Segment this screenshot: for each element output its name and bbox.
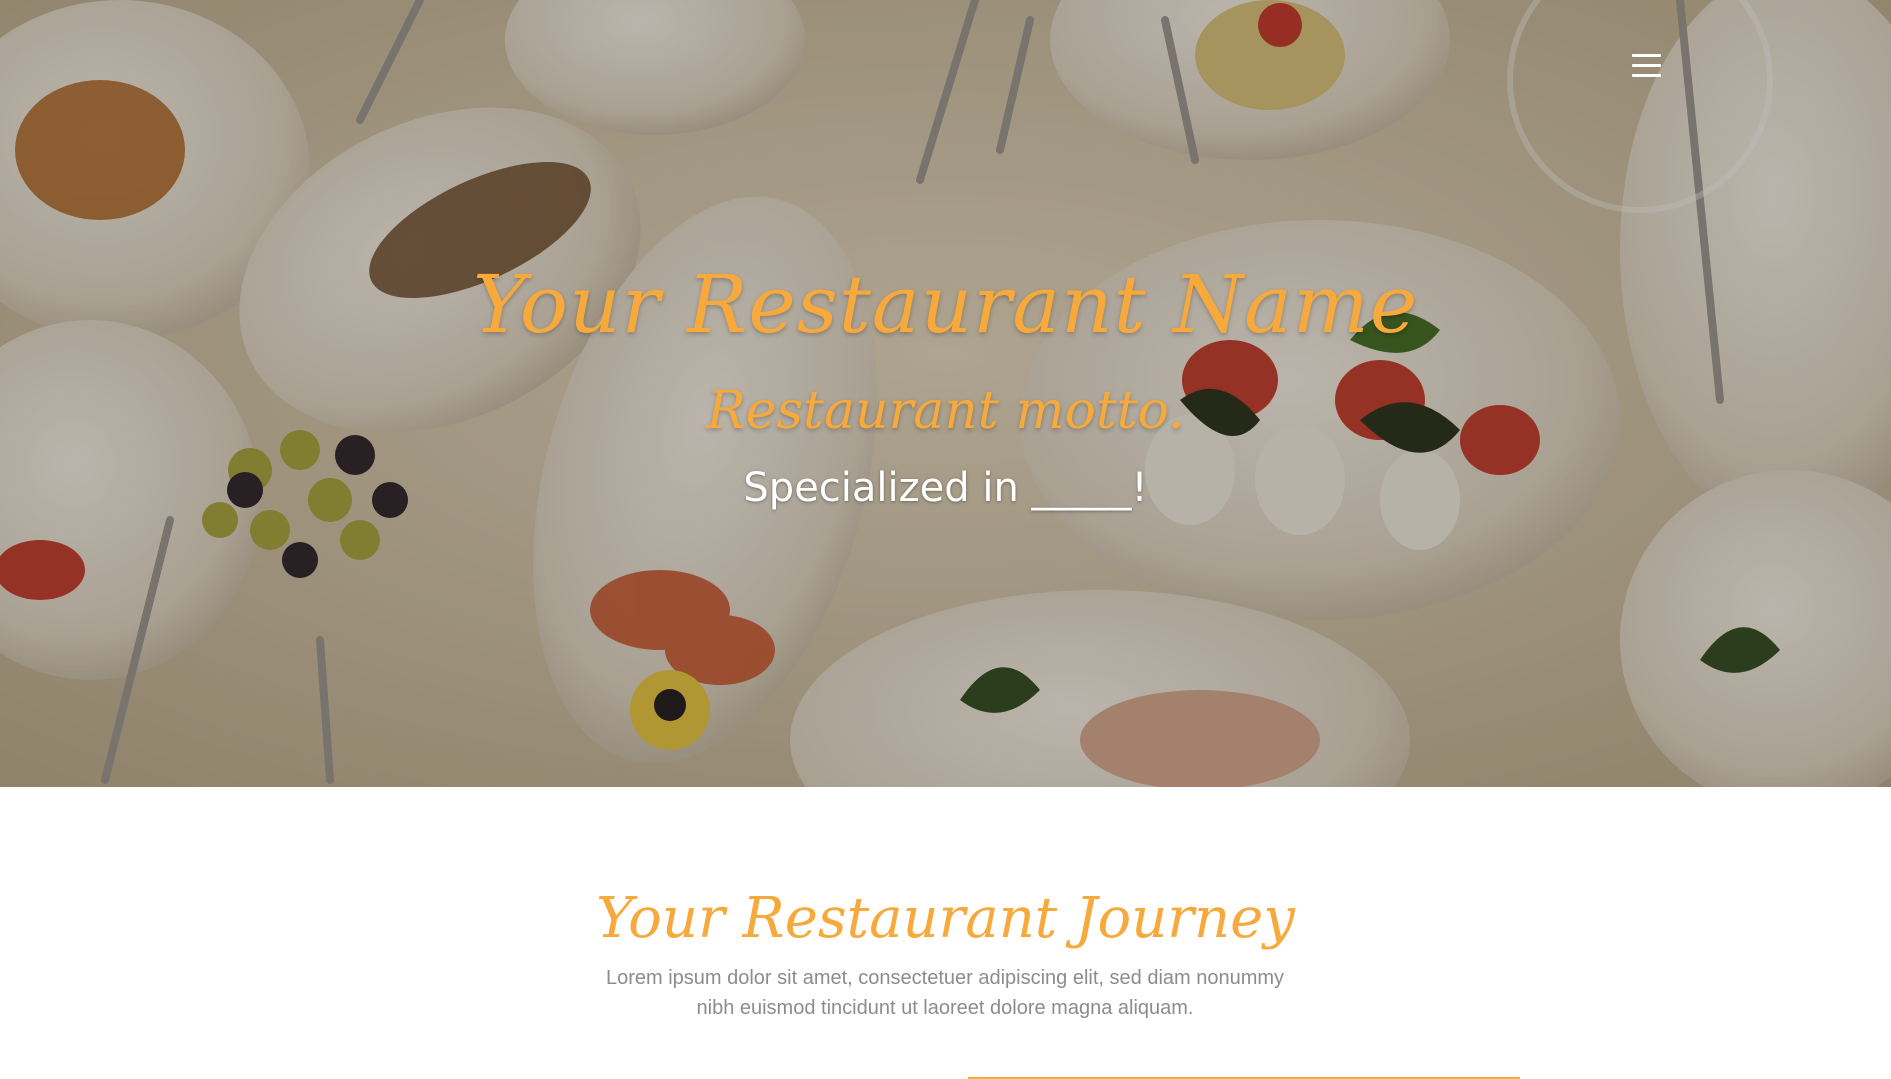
restaurant-name-title: Your Restaurant Name	[472, 258, 1419, 351]
hero-section: Your Restaurant Name Restaurant motto. S…	[0, 0, 1891, 787]
restaurant-motto: Restaurant motto.	[706, 381, 1185, 441]
hamburger-menu-icon	[1631, 53, 1661, 57]
specialized-in-text: Specialized in _____!	[743, 465, 1148, 511]
journey-title: Your Restaurant Journey	[596, 886, 1295, 951]
journey-description: Lorem ipsum dolor sit amet, consectetuer…	[605, 967, 1285, 1019]
restaurant-landing-page: Your Restaurant Name Restaurant motto. S…	[0, 0, 1891, 1079]
hamburger-menu-button[interactable]	[1628, 47, 1664, 83]
restaurant-journey-section: Your Restaurant Journey Lorem ipsum dolo…	[0, 787, 1891, 1079]
hamburger-menu-icon-bar	[1631, 63, 1661, 67]
hamburger-menu-icon-bar	[1631, 73, 1661, 77]
